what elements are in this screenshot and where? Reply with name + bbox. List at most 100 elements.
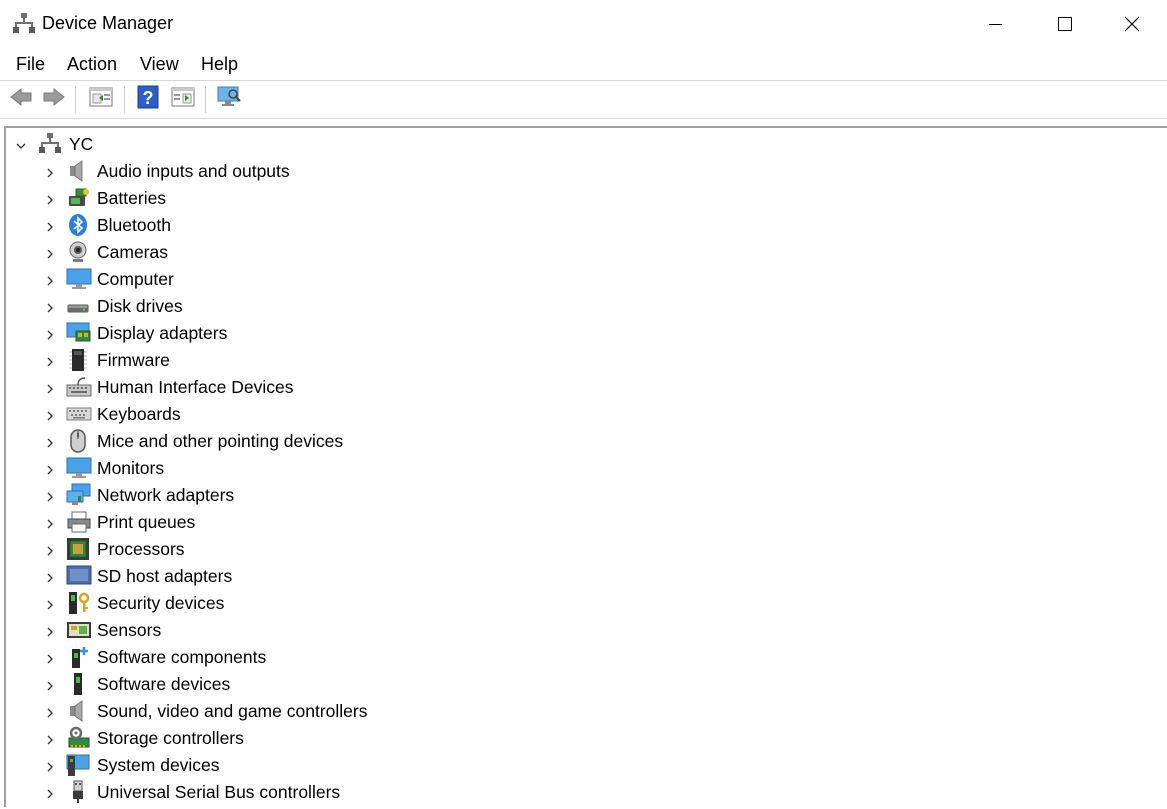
firmware-chip-icon — [66, 348, 90, 372]
tree-category-row[interactable]: Keyboards — [6, 401, 426, 428]
hid-keyboard-icon — [66, 375, 92, 399]
battery-icon — [66, 186, 90, 210]
speaker-icon — [66, 699, 90, 723]
chevron-down-icon[interactable] — [15, 139, 27, 151]
tree-category-label: Software devices — [97, 674, 231, 694]
tree-category-label: Mice and other pointing devices — [97, 431, 344, 451]
sd-card-icon — [66, 564, 92, 588]
tree-category-label: Sensors — [97, 620, 162, 640]
chevron-right-icon[interactable] — [44, 463, 56, 475]
chevron-right-icon[interactable] — [44, 760, 56, 772]
tree-category-label: Firmware — [97, 350, 170, 370]
close-button[interactable] — [1097, 0, 1167, 48]
tree-category-row[interactable]: Batteries — [6, 185, 426, 212]
chevron-right-icon[interactable] — [44, 193, 56, 205]
chevron-right-icon[interactable] — [44, 652, 56, 664]
tree-category-label: Sound, video and game controllers — [97, 701, 368, 721]
chevron-right-icon[interactable] — [44, 355, 56, 367]
tree-category-row[interactable]: Sensors — [6, 617, 426, 644]
chevron-right-icon[interactable] — [44, 409, 56, 421]
tree-category-row[interactable]: Monitors — [6, 455, 426, 482]
usb-icon — [66, 780, 90, 804]
display-adapter-icon — [66, 321, 91, 345]
properties-button[interactable] — [88, 86, 114, 112]
tree-category-row[interactable]: Cameras — [6, 239, 426, 266]
tree-category-row[interactable]: Sound, video and game controllers — [6, 698, 426, 725]
scan-hardware-button[interactable] — [216, 86, 242, 112]
tree-category-label: SD host adapters — [97, 566, 233, 586]
chevron-right-icon[interactable] — [44, 490, 56, 502]
chevron-right-icon[interactable] — [44, 571, 56, 583]
tree-category-row[interactable]: Firmware — [6, 347, 426, 374]
tree-category-label: Security devices — [97, 593, 225, 613]
tree-category-row[interactable]: Computer — [6, 266, 426, 293]
tree-category-row[interactable]: Storage controllers — [6, 725, 426, 752]
tree-category-row[interactable]: Network adapters — [6, 482, 426, 509]
chevron-right-icon[interactable] — [44, 328, 56, 340]
help-button[interactable]: ? — [135, 85, 161, 114]
tree-category-row[interactable]: SD host adapters — [6, 563, 426, 590]
mouse-icon — [66, 429, 90, 453]
chevron-right-icon[interactable] — [44, 733, 56, 745]
tree-category-row[interactable]: Bluetooth — [6, 212, 426, 239]
chevron-right-icon[interactable] — [44, 544, 56, 556]
tree-category-row[interactable]: Security devices — [6, 590, 426, 617]
menu-bar: File Action View Help — [0, 48, 1167, 80]
tree-category-row[interactable]: Display adapters — [6, 320, 426, 347]
menu-action[interactable]: Action — [67, 54, 117, 75]
tree-root-node[interactable]: YC — [6, 131, 306, 158]
back-button[interactable] — [8, 86, 34, 112]
tree-category-label: Print queues — [97, 512, 196, 532]
chevron-right-icon[interactable] — [44, 382, 56, 394]
tree-category-row[interactable]: Print queues — [6, 509, 426, 536]
chevron-right-icon[interactable] — [44, 220, 56, 232]
chevron-right-icon[interactable] — [44, 436, 56, 448]
device-tree-pane[interactable]: YC Audio inputs and outputs Batteries Blue… — [4, 126, 1167, 807]
tree-category-row[interactable]: Human Interface Devices — [6, 374, 426, 401]
chevron-right-icon[interactable] — [44, 787, 56, 799]
help-icon: ? — [136, 85, 160, 114]
toolbar-separator — [205, 86, 206, 113]
chevron-right-icon[interactable] — [44, 679, 56, 691]
chevron-right-icon[interactable] — [44, 247, 56, 259]
menu-help[interactable]: Help — [201, 54, 238, 75]
show-hide-pane-button[interactable] — [170, 86, 196, 112]
tree-category-label: System devices — [97, 755, 220, 775]
chevron-right-icon[interactable] — [44, 166, 56, 178]
tree-category-row[interactable]: Software components — [6, 644, 426, 671]
forward-button[interactable] — [41, 86, 67, 112]
chevron-right-icon[interactable] — [44, 706, 56, 718]
speaker-icon — [66, 159, 90, 183]
software-device-icon — [66, 672, 90, 696]
minimize-button[interactable] — [960, 0, 1030, 48]
tree-category-label: Keyboards — [97, 404, 181, 424]
chevron-right-icon[interactable] — [44, 517, 56, 529]
tree-category-row[interactable]: Audio inputs and outputs — [6, 158, 426, 185]
tree-category-label: Disk drives — [97, 296, 183, 316]
keyboard-icon — [66, 402, 92, 426]
sensor-icon — [66, 618, 91, 642]
processor-icon — [66, 537, 90, 561]
maximize-button[interactable] — [1030, 0, 1100, 48]
menu-view[interactable]: View — [140, 54, 179, 75]
title-bar: Device Manager — [0, 0, 1167, 48]
chevron-right-icon[interactable] — [44, 301, 56, 313]
tree-category-row[interactable]: Mice and other pointing devices — [6, 428, 426, 455]
tree-category-row[interactable]: System devices — [6, 752, 426, 779]
computer-network-icon — [38, 132, 62, 156]
menu-file[interactable]: File — [16, 54, 45, 75]
window-title: Device Manager — [42, 13, 174, 33]
tree-category-row[interactable]: Disk drives — [6, 293, 426, 320]
tree-category-label: Bluetooth — [97, 215, 171, 235]
chevron-right-icon[interactable] — [44, 625, 56, 637]
tree-category-row[interactable]: Universal Serial Bus controllers — [6, 779, 426, 806]
tree-category-row[interactable]: Processors — [6, 536, 426, 563]
tree-category-label: Audio inputs and outputs — [97, 161, 290, 181]
chevron-right-icon[interactable] — [44, 598, 56, 610]
tree-category-row[interactable]: Software devices — [6, 671, 426, 698]
tree-category-label: Cameras — [97, 242, 168, 262]
tree-category-label: Universal Serial Bus controllers — [97, 782, 341, 802]
chevron-right-icon[interactable] — [44, 274, 56, 286]
minimize-icon — [987, 16, 1003, 32]
forward-arrow-icon — [42, 87, 66, 112]
